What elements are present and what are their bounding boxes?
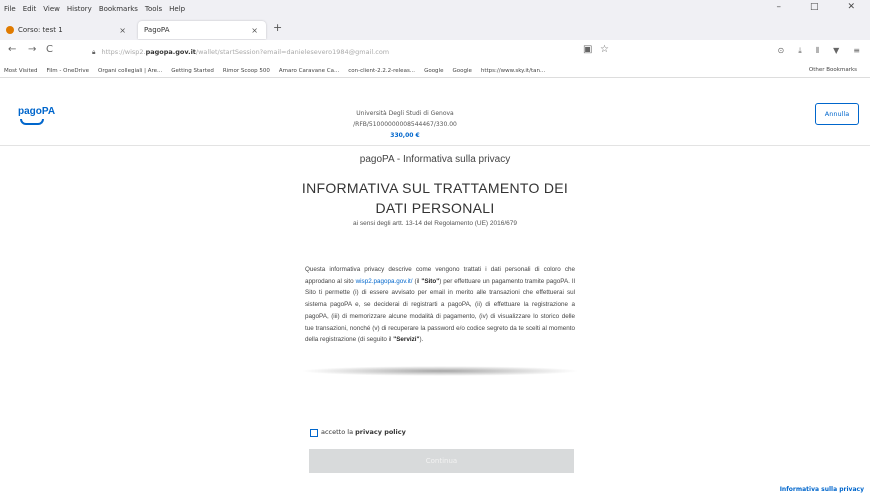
bookmark-star-icon[interactable]: ☆ [600, 44, 609, 55]
close-tab-icon[interactable]: × [119, 26, 126, 35]
reload-icon[interactable]: C [46, 44, 53, 55]
body-text: ) per effettuare un pagamento tramite pa… [305, 277, 576, 344]
library-icon[interactable]: ⫴ [816, 46, 819, 56]
menu-view[interactable]: View [43, 5, 60, 13]
bookmark-item[interactable]: Film - OneDrive [46, 68, 89, 74]
bookmark-item[interactable]: Organi collegiali | Are... [98, 68, 162, 74]
site-link[interactable]: wisp2.pagopa.gov.it/ [356, 278, 413, 285]
bookmark-item[interactable]: https://www.sky.it/tan... [481, 68, 545, 74]
menu-bookmarks[interactable]: Bookmarks [99, 5, 138, 13]
cancel-button[interactable]: Annulla [815, 103, 859, 125]
maximize-icon[interactable]: □ [810, 2, 819, 12]
privacy-body-text: Questa informativa privacy descrive come… [305, 264, 575, 346]
pocket-icon[interactable]: ⊙ [778, 46, 785, 56]
institution-name: Università Degli Studi di Genova [356, 110, 454, 117]
payment-reference: /RFB/51000000008544467/330.00 [353, 121, 457, 128]
extension-icon[interactable]: ▼ [833, 46, 839, 56]
tab-label: PagoPA [144, 26, 170, 34]
menu-edit[interactable]: Edit [23, 5, 37, 13]
menu-help[interactable]: Help [169, 5, 185, 13]
page-header: pagoPA Università Degli Studi di Genova … [0, 78, 870, 146]
lock-icon: 🔒︎ [92, 47, 96, 56]
tab-corso[interactable]: Corso: test 1 × [0, 21, 134, 39]
other-bookmarks[interactable]: Other Bookmarks [809, 67, 857, 73]
back-icon[interactable]: ← [8, 44, 16, 55]
forward-icon[interactable]: → [28, 44, 36, 55]
close-window-icon[interactable]: ✕ [847, 2, 855, 12]
reader-view-icon[interactable]: ▣ [583, 44, 592, 55]
bookmark-item[interactable]: Getting Started [171, 68, 214, 74]
menu-tools[interactable]: Tools [145, 5, 162, 13]
tab-label: Corso: test 1 [18, 26, 63, 34]
body-text: (il [412, 277, 422, 285]
payment-amount: 330,00 € [390, 132, 420, 139]
body-bold: "Servizi" [393, 336, 420, 344]
window-controls: – □ ✕ [776, 2, 862, 12]
download-icon[interactable]: ⤓ [798, 46, 802, 56]
pagopa-logo-arc [20, 119, 44, 125]
scroll-shadow [300, 366, 580, 376]
menu-file[interactable]: File [4, 5, 16, 13]
menu-icon[interactable]: ≡ [853, 46, 860, 56]
footer-privacy-link[interactable]: Informativa sulla privacy [780, 486, 864, 493]
payment-summary: Università Degli Studi di Genova /RFB/51… [340, 108, 470, 141]
bookmark-item[interactable]: con-client-2.2.2-releas... [348, 68, 415, 74]
navigation-bar: ← → C 🔒︎ https://wisp2. pagopa.gov.it /w… [0, 40, 870, 64]
url-bar[interactable]: 🔒︎ https://wisp2. pagopa.gov.it /wallet/… [92, 43, 612, 61]
body-bold: "Sito" [421, 277, 440, 285]
privacy-consent-label[interactable]: accetto la privacy policy [321, 428, 406, 436]
close-tab-icon[interactable]: × [251, 26, 258, 35]
menu-history[interactable]: History [67, 5, 92, 13]
page-subtitle: pagoPA - Informativa sulla privacy [359, 154, 511, 165]
bookmark-item[interactable]: Amaro Caravane Ca... [279, 68, 339, 74]
bookmark-item[interactable]: Google [424, 68, 443, 74]
new-tab-icon[interactable]: + [273, 21, 282, 34]
body-text: ). [419, 336, 424, 344]
bookmark-item[interactable]: Rimor Scoop 500 [223, 68, 270, 74]
bookmarks-bar: Most Visited Film - OneDrive Organi coll… [0, 64, 870, 78]
moodle-icon [6, 26, 14, 34]
page-title: INFORMATIVA SUL TRATTAMENTO DEI DATI PER… [301, 180, 569, 216]
consent-panel: accetto la privacy policy [300, 420, 580, 450]
pagopa-logo: pagoPA [18, 106, 56, 117]
bookmark-item[interactable]: Google [452, 68, 471, 74]
minimize-icon[interactable]: – [776, 2, 781, 12]
url-domain: pagopa.gov.it [145, 48, 196, 56]
consent-text: accetto la [321, 428, 356, 436]
url-rest: /wallet/startSession?email=danielesevero… [195, 48, 390, 56]
menu-bar: File Edit View History Bookmarks Tools H… [0, 0, 870, 18]
consent-bold-text: privacy policy [355, 428, 406, 436]
privacy-checkbox[interactable] [310, 429, 318, 437]
tab-pagopa[interactable]: PagoPA × [138, 21, 266, 39]
bookmark-item[interactable]: Most Visited [4, 68, 37, 74]
toolbar-icons: ⊙ ⤓ ⫴ ▼ ≡ [778, 46, 860, 56]
continue-button[interactable]: Continua [309, 449, 574, 473]
tab-bar: Corso: test 1 × PagoPA × + [0, 18, 870, 40]
url-prefix: https://wisp2. [101, 48, 146, 56]
regulation-reference: ai sensi degli artt. 13-14 del Regolamen… [352, 220, 518, 227]
